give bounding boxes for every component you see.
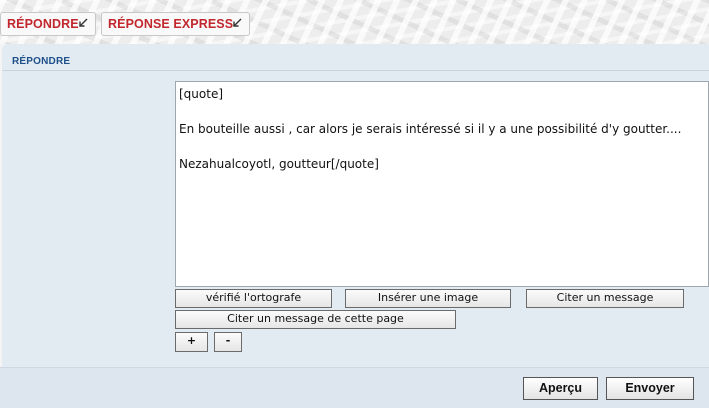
panel-title: RÉPONDRE xyxy=(12,56,71,67)
insert-image-button[interactable]: Insérer une image xyxy=(345,289,511,308)
quote-message-button[interactable]: Citer un message xyxy=(526,289,684,308)
enlarge-editor-button[interactable]: + xyxy=(175,332,208,352)
quick-reply-button-label: RÉPONSE EXPRESS xyxy=(108,17,234,31)
message-textarea[interactable]: [quote] En bouteille aussi , car alors j… xyxy=(175,81,709,287)
send-button[interactable]: Envoyer xyxy=(606,377,694,400)
reply-button-label: RÉPONDRE xyxy=(7,17,79,31)
action-bar: Aperçu Envoyer xyxy=(0,367,709,408)
preview-button[interactable]: Aperçu xyxy=(523,377,598,400)
quote-from-page-button[interactable]: Citer un message de cette page xyxy=(175,310,456,329)
arrow-down-left-icon xyxy=(233,18,242,27)
shrink-editor-button[interactable]: - xyxy=(214,332,242,352)
reply-button[interactable]: RÉPONDRE xyxy=(0,12,96,36)
arrow-down-left-icon xyxy=(79,18,88,27)
divider xyxy=(2,70,709,71)
quick-reply-button[interactable]: RÉPONSE EXPRESS xyxy=(101,12,250,36)
spellcheck-button[interactable]: vérifié l'ortografe xyxy=(175,289,332,308)
